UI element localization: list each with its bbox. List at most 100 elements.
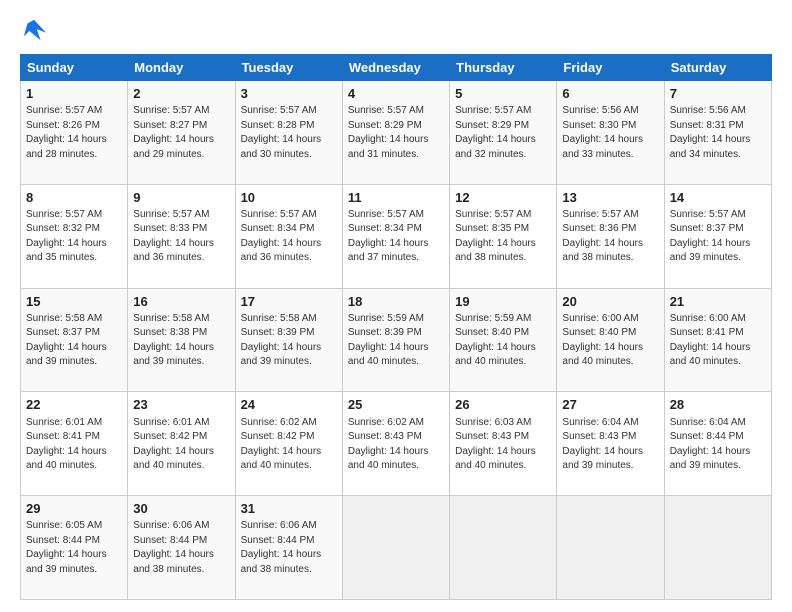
day-number: 7 bbox=[670, 85, 766, 103]
calendar-day-cell: 12Sunrise: 5:57 AMSunset: 8:35 PMDayligh… bbox=[450, 184, 557, 288]
header bbox=[20, 16, 772, 44]
calendar-day-cell: 9Sunrise: 5:57 AMSunset: 8:33 PMDaylight… bbox=[128, 184, 235, 288]
day-details: Sunrise: 5:57 AMSunset: 8:33 PMDaylight:… bbox=[133, 208, 229, 266]
day-details: Sunrise: 5:57 AMSunset: 8:28 PMDaylight:… bbox=[241, 104, 337, 162]
day-details: Sunrise: 5:58 AMSunset: 8:37 PMDaylight:… bbox=[26, 312, 122, 370]
day-number: 29 bbox=[26, 500, 122, 518]
day-details: Sunrise: 5:57 AMSunset: 8:36 PMDaylight:… bbox=[562, 208, 658, 266]
day-details: Sunrise: 6:06 AMSunset: 8:44 PMDaylight:… bbox=[133, 519, 229, 577]
day-details: Sunrise: 6:02 AMSunset: 8:43 PMDaylight:… bbox=[348, 416, 444, 474]
day-number: 20 bbox=[562, 293, 658, 311]
day-number: 10 bbox=[241, 189, 337, 207]
calendar-day-cell: 14Sunrise: 5:57 AMSunset: 8:37 PMDayligh… bbox=[664, 184, 771, 288]
calendar-week-row: 8Sunrise: 5:57 AMSunset: 8:32 PMDaylight… bbox=[21, 184, 772, 288]
day-details: Sunrise: 5:57 AMSunset: 8:26 PMDaylight:… bbox=[26, 104, 122, 162]
day-details: Sunrise: 5:58 AMSunset: 8:39 PMDaylight:… bbox=[241, 312, 337, 370]
day-number: 1 bbox=[26, 85, 122, 103]
calendar-day-cell: 2Sunrise: 5:57 AMSunset: 8:27 PMDaylight… bbox=[128, 81, 235, 185]
day-number: 4 bbox=[348, 85, 444, 103]
day-number: 25 bbox=[348, 396, 444, 414]
day-details: Sunrise: 6:02 AMSunset: 8:42 PMDaylight:… bbox=[241, 416, 337, 474]
calendar-day-cell: 31Sunrise: 6:06 AMSunset: 8:44 PMDayligh… bbox=[235, 496, 342, 600]
day-details: Sunrise: 5:57 AMSunset: 8:37 PMDaylight:… bbox=[670, 208, 766, 266]
logo bbox=[20, 16, 52, 44]
day-details: Sunrise: 6:01 AMSunset: 8:42 PMDaylight:… bbox=[133, 416, 229, 474]
day-number: 30 bbox=[133, 500, 229, 518]
calendar-table: SundayMondayTuesdayWednesdayThursdayFrid… bbox=[20, 54, 772, 600]
calendar-day-cell: 8Sunrise: 5:57 AMSunset: 8:32 PMDaylight… bbox=[21, 184, 128, 288]
day-number: 26 bbox=[455, 396, 551, 414]
page: SundayMondayTuesdayWednesdayThursdayFrid… bbox=[0, 0, 792, 612]
day-number: 19 bbox=[455, 293, 551, 311]
calendar-day-cell: 5Sunrise: 5:57 AMSunset: 8:29 PMDaylight… bbox=[450, 81, 557, 185]
calendar-day-cell: 15Sunrise: 5:58 AMSunset: 8:37 PMDayligh… bbox=[21, 288, 128, 392]
day-number: 2 bbox=[133, 85, 229, 103]
calendar-day-header: Tuesday bbox=[235, 55, 342, 81]
day-number: 18 bbox=[348, 293, 444, 311]
day-details: Sunrise: 5:56 AMSunset: 8:31 PMDaylight:… bbox=[670, 104, 766, 162]
day-details: Sunrise: 6:06 AMSunset: 8:44 PMDaylight:… bbox=[241, 519, 337, 577]
day-details: Sunrise: 6:03 AMSunset: 8:43 PMDaylight:… bbox=[455, 416, 551, 474]
calendar-day-cell: 6Sunrise: 5:56 AMSunset: 8:30 PMDaylight… bbox=[557, 81, 664, 185]
calendar-day-cell: 28Sunrise: 6:04 AMSunset: 8:44 PMDayligh… bbox=[664, 392, 771, 496]
calendar-week-row: 29Sunrise: 6:05 AMSunset: 8:44 PMDayligh… bbox=[21, 496, 772, 600]
calendar-day-cell: 25 Sunrise: 6:02 AMSunset: 8:43 PMDayligh… bbox=[342, 392, 449, 496]
day-details: Sunrise: 5:57 AMSunset: 8:27 PMDaylight:… bbox=[133, 104, 229, 162]
calendar-header-row: SundayMondayTuesdayWednesdayThursdayFrid… bbox=[21, 55, 772, 81]
calendar-day-cell: 3Sunrise: 5:57 AMSunset: 8:28 PMDaylight… bbox=[235, 81, 342, 185]
day-number: 9 bbox=[133, 189, 229, 207]
day-details: Sunrise: 5:57 AMSunset: 8:29 PMDaylight:… bbox=[348, 104, 444, 162]
day-details: Sunrise: 6:05 AMSunset: 8:44 PMDaylight:… bbox=[26, 519, 122, 577]
calendar-day-cell: 17Sunrise: 5:58 AMSunset: 8:39 PMDayligh… bbox=[235, 288, 342, 392]
calendar-day-cell: 16Sunrise: 5:58 AMSunset: 8:38 PMDayligh… bbox=[128, 288, 235, 392]
calendar-body: 1Sunrise: 5:57 AMSunset: 8:26 PMDaylight… bbox=[21, 81, 772, 600]
day-number: 31 bbox=[241, 500, 337, 518]
day-number: 8 bbox=[26, 189, 122, 207]
day-details: Sunrise: 6:00 AMSunset: 8:40 PMDaylight:… bbox=[562, 312, 658, 370]
day-number: 16 bbox=[133, 293, 229, 311]
day-details: Sunrise: 6:04 AMSunset: 8:43 PMDaylight:… bbox=[562, 416, 658, 474]
day-number: 5 bbox=[455, 85, 551, 103]
calendar-day-cell: 24 Sunrise: 6:02 AMSunset: 8:42 PMDayligh… bbox=[235, 392, 342, 496]
calendar-day-cell bbox=[557, 496, 664, 600]
calendar-week-row: 15Sunrise: 5:58 AMSunset: 8:37 PMDayligh… bbox=[21, 288, 772, 392]
calendar-day-cell: 4Sunrise: 5:57 AMSunset: 8:29 PMDaylight… bbox=[342, 81, 449, 185]
calendar-day-cell: 13Sunrise: 5:57 AMSunset: 8:36 PMDayligh… bbox=[557, 184, 664, 288]
day-number: 13 bbox=[562, 189, 658, 207]
day-number: 24 bbox=[241, 396, 337, 414]
calendar-day-cell: 26 Sunrise: 6:03 AMSunset: 8:43 PMDayligh… bbox=[450, 392, 557, 496]
day-details: Sunrise: 6:00 AMSunset: 8:41 PMDaylight:… bbox=[670, 312, 766, 370]
calendar-day-header: Sunday bbox=[21, 55, 128, 81]
day-number: 22 bbox=[26, 396, 122, 414]
day-number: 3 bbox=[241, 85, 337, 103]
day-details: Sunrise: 5:59 AMSunset: 8:40 PMDaylight:… bbox=[455, 312, 551, 370]
day-details: Sunrise: 5:57 AMSunset: 8:34 PMDaylight:… bbox=[348, 208, 444, 266]
calendar-day-header: Friday bbox=[557, 55, 664, 81]
calendar-day-header: Wednesday bbox=[342, 55, 449, 81]
calendar-day-cell: 10Sunrise: 5:57 AMSunset: 8:34 PMDayligh… bbox=[235, 184, 342, 288]
day-number: 15 bbox=[26, 293, 122, 311]
calendar-day-cell: 29Sunrise: 6:05 AMSunset: 8:44 PMDayligh… bbox=[21, 496, 128, 600]
calendar-week-row: 1Sunrise: 5:57 AMSunset: 8:26 PMDaylight… bbox=[21, 81, 772, 185]
calendar-day-header: Monday bbox=[128, 55, 235, 81]
day-details: Sunrise: 5:57 AMSunset: 8:32 PMDaylight:… bbox=[26, 208, 122, 266]
day-details: Sunrise: 5:56 AMSunset: 8:30 PMDaylight:… bbox=[562, 104, 658, 162]
calendar-day-cell bbox=[342, 496, 449, 600]
day-details: Sunrise: 5:59 AMSunset: 8:39 PMDaylight:… bbox=[348, 312, 444, 370]
calendar-day-cell: 1Sunrise: 5:57 AMSunset: 8:26 PMDaylight… bbox=[21, 81, 128, 185]
day-number: 11 bbox=[348, 189, 444, 207]
day-details: Sunrise: 6:01 AMSunset: 8:41 PMDaylight:… bbox=[26, 416, 122, 474]
calendar-day-cell: 23 Sunrise: 6:01 AMSunset: 8:42 PMDayligh… bbox=[128, 392, 235, 496]
day-details: Sunrise: 5:58 AMSunset: 8:38 PMDaylight:… bbox=[133, 312, 229, 370]
day-number: 12 bbox=[455, 189, 551, 207]
day-number: 23 bbox=[133, 396, 229, 414]
day-number: 17 bbox=[241, 293, 337, 311]
day-details: Sunrise: 5:57 AMSunset: 8:34 PMDaylight:… bbox=[241, 208, 337, 266]
day-number: 21 bbox=[670, 293, 766, 311]
calendar-day-header: Thursday bbox=[450, 55, 557, 81]
calendar-day-cell: 20Sunrise: 6:00 AMSunset: 8:40 PMDayligh… bbox=[557, 288, 664, 392]
calendar-week-row: 22 Sunrise: 6:01 AMSunset: 8:41 PMDayligh… bbox=[21, 392, 772, 496]
logo-icon bbox=[20, 16, 48, 44]
day-number: 27 bbox=[562, 396, 658, 414]
day-number: 6 bbox=[562, 85, 658, 103]
